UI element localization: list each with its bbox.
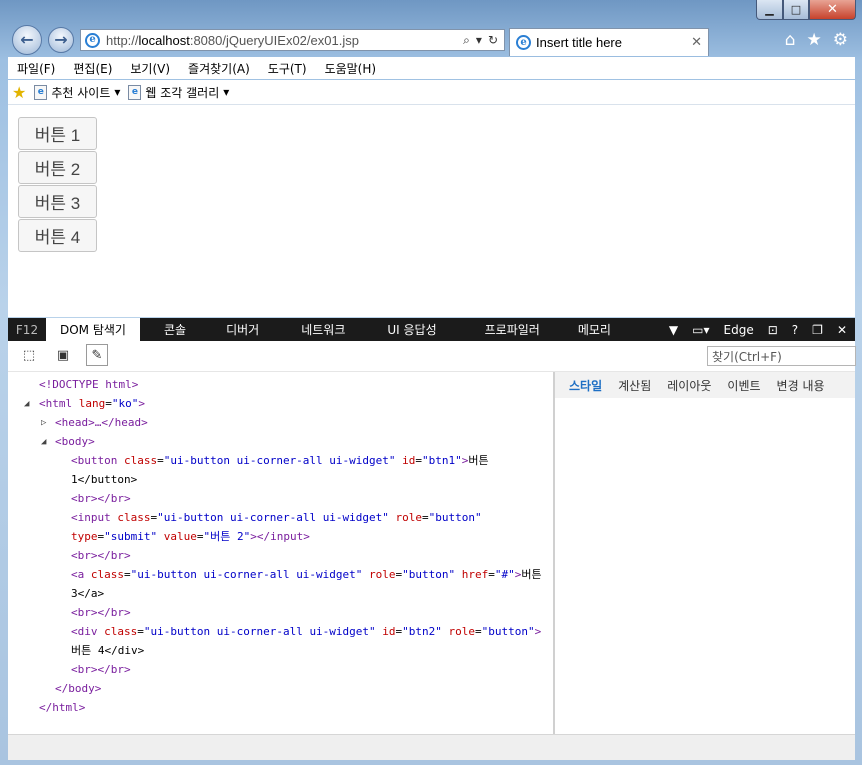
favorites-bar: ★ e 추천 사이트 ▾ e 웹 조각 갤러리 ▾ (8, 80, 855, 105)
tab-computed[interactable]: 계산됨 (610, 377, 659, 394)
tab-network[interactable]: 네트워크 (287, 318, 373, 341)
tab-ie-icon: e (516, 35, 531, 50)
color-picker-icon[interactable]: ✎ (86, 344, 108, 366)
dropdown-arrow-icon[interactable]: ▾ (476, 33, 482, 48)
menu-help[interactable]: 도움말(H) (316, 60, 386, 77)
devtools-status-bar (8, 734, 855, 760)
dom-a-node[interactable]: <a class="ui-button ui-corner-all ui-wid… (71, 565, 542, 584)
dom-br-node[interactable]: <br></br> (71, 660, 131, 679)
menu-favorites[interactable]: 즐겨찾기(A) (179, 60, 259, 77)
dom-head-node[interactable]: <head>…</head> (55, 413, 148, 432)
expand-triangle-icon[interactable]: ▷ (41, 418, 46, 428)
back-button[interactable]: ← (12, 25, 42, 55)
dom-div-node[interactable]: <div class="ui-button ui-corner-all ui-w… (71, 622, 541, 641)
button-4[interactable]: 버튼 4 (18, 219, 97, 252)
tab-debugger[interactable]: 디버거 (212, 318, 287, 341)
styles-tabs: 스타일 계산됨 레이아웃 이벤트 변경 내용 (555, 372, 855, 398)
tab-close-icon[interactable]: ✕ (691, 35, 702, 50)
dom-doctype[interactable]: <!DOCTYPE html> (39, 375, 138, 394)
address-bar[interactable]: e http://localhost:8080/jQueryUIEx02/ex0… (80, 29, 505, 51)
tab-changes[interactable]: 변경 내용 (769, 377, 833, 394)
collapse-triangle-icon[interactable]: ◢ (41, 437, 46, 447)
dom-div-node-cont: 버튼 4</div> (71, 644, 145, 657)
forward-button[interactable]: → (48, 27, 74, 53)
back-arrow-icon: ← (20, 30, 34, 49)
favorites-add-icon[interactable]: ★ (12, 83, 26, 102)
forward-arrow-icon: → (54, 30, 68, 49)
devtools-f12-label: F12 (15, 322, 39, 337)
minimize-button[interactable]: ▁ (756, 0, 783, 20)
home-icon[interactable]: ⌂ (785, 30, 796, 50)
page-icon: e (34, 84, 48, 100)
emulation-icon[interactable]: ▭▾ (692, 323, 709, 337)
document-mode[interactable]: Edge (724, 323, 754, 337)
chevron-down-icon: ▾ (223, 85, 230, 99)
tab-console[interactable]: 콘솔 (140, 318, 212, 341)
styles-pane: 스타일 계산됨 레이아웃 이벤트 변경 내용 (555, 372, 855, 734)
select-element-icon[interactable]: ⬚ (18, 344, 40, 366)
dom-html-node[interactable]: <html lang="ko"> (39, 394, 145, 413)
tab-events[interactable]: 이벤트 (719, 377, 768, 394)
menu-file[interactable]: 파일(F) (8, 60, 64, 77)
page-icon: e (128, 84, 142, 100)
favorites-star-icon[interactable]: ★ (807, 30, 822, 50)
dom-button-node[interactable]: <button class="ui-button ui-corner-all u… (71, 451, 489, 470)
dom-search-input[interactable]: 찾기(Ctrl+F) (707, 346, 856, 366)
menu-edit[interactable]: 편집(E) (64, 60, 121, 77)
dom-tree: <!DOCTYPE html> ◢ <html lang="ko"> ▷ <he… (8, 372, 553, 734)
button-2[interactable]: 버튼 2 (18, 151, 97, 184)
favorite-suggested-sites[interactable]: e 추천 사이트 ▾ (34, 84, 120, 101)
dom-body-node[interactable]: <body> (55, 432, 95, 451)
button-1[interactable]: 버튼 1 (18, 117, 97, 150)
collapse-triangle-icon[interactable]: ◢ (24, 399, 29, 409)
dom-input-node-cont: type="submit" value="버튼 2"></input> (71, 530, 310, 543)
dom-body-close: </body> (55, 682, 102, 695)
tab-ui-responsiveness[interactable]: UI 응답성 (373, 318, 470, 341)
dom-br-node[interactable]: <br></br> (71, 603, 131, 622)
tab-title: Insert title here (536, 35, 622, 50)
devtools-toolbar: ⬚ ▣ ✎ 찾기(Ctrl+F) (8, 341, 856, 372)
close-window-button[interactable]: ✕ (809, 0, 856, 20)
ie-page-icon: e (85, 32, 100, 48)
menu-tools[interactable]: 도구(T) (259, 60, 316, 77)
menu-view[interactable]: 보기(V) (121, 60, 179, 77)
dom-input-node[interactable]: <input class="ui-button ui-corner-all ui… (71, 508, 482, 527)
tab-profiler[interactable]: 프로파일러 (471, 318, 564, 341)
gear-icon[interactable]: ⚙ (833, 30, 848, 50)
button-3[interactable]: 버튼 3 (18, 185, 97, 218)
tab-dom-explorer[interactable]: DOM 탐색기 (46, 318, 140, 341)
dom-br-node[interactable]: <br></br> (71, 489, 131, 508)
address-url[interactable]: http://localhost:8080/jQueryUIEx02/ex01.… (106, 33, 463, 48)
search-icon[interactable]: ⌕ (463, 33, 470, 48)
help-icon[interactable]: ? (792, 323, 798, 337)
console-icon[interactable]: ⊡ (768, 323, 778, 337)
browser-tab[interactable]: e Insert title here ✕ (509, 28, 709, 56)
devtools-tab-bar: F12 DOM 탐색기 콘솔 디버거 네트워크 UI 응답성 프로파일러 메모리… (8, 318, 855, 341)
dom-html-close: </html> (39, 701, 86, 714)
window-caption-buttons: ▁ □ ✕ (756, 0, 856, 20)
refresh-icon[interactable]: ↻ (488, 33, 498, 48)
chevron-down-icon: ▾ (114, 85, 121, 99)
page-content: 버튼 1 버튼 2 버튼 3 버튼 4 (8, 105, 855, 317)
favorite-web-slice-gallery[interactable]: e 웹 조각 갤러리 ▾ (128, 84, 229, 101)
dom-button-node-cont: 1</button> (71, 473, 138, 486)
maximize-button[interactable]: □ (783, 0, 809, 20)
dom-br-node[interactable]: <br></br> (71, 546, 131, 565)
dom-a-node-cont: 3</a> (71, 587, 105, 600)
undock-icon[interactable]: ❐ (812, 323, 823, 337)
tab-memory[interactable]: 메모리 (564, 318, 625, 341)
tab-layout[interactable]: 레이아웃 (659, 377, 719, 394)
more-tabs-icon[interactable]: ▼ (669, 323, 678, 337)
tab-styles[interactable]: 스타일 (555, 377, 610, 394)
close-devtools-icon[interactable]: ✕ (837, 323, 847, 337)
menu-bar: 파일(F) 편집(E) 보기(V) 즐겨찾기(A) 도구(T) 도움말(H) (8, 57, 855, 79)
highlight-icon[interactable]: ▣ (52, 344, 74, 366)
